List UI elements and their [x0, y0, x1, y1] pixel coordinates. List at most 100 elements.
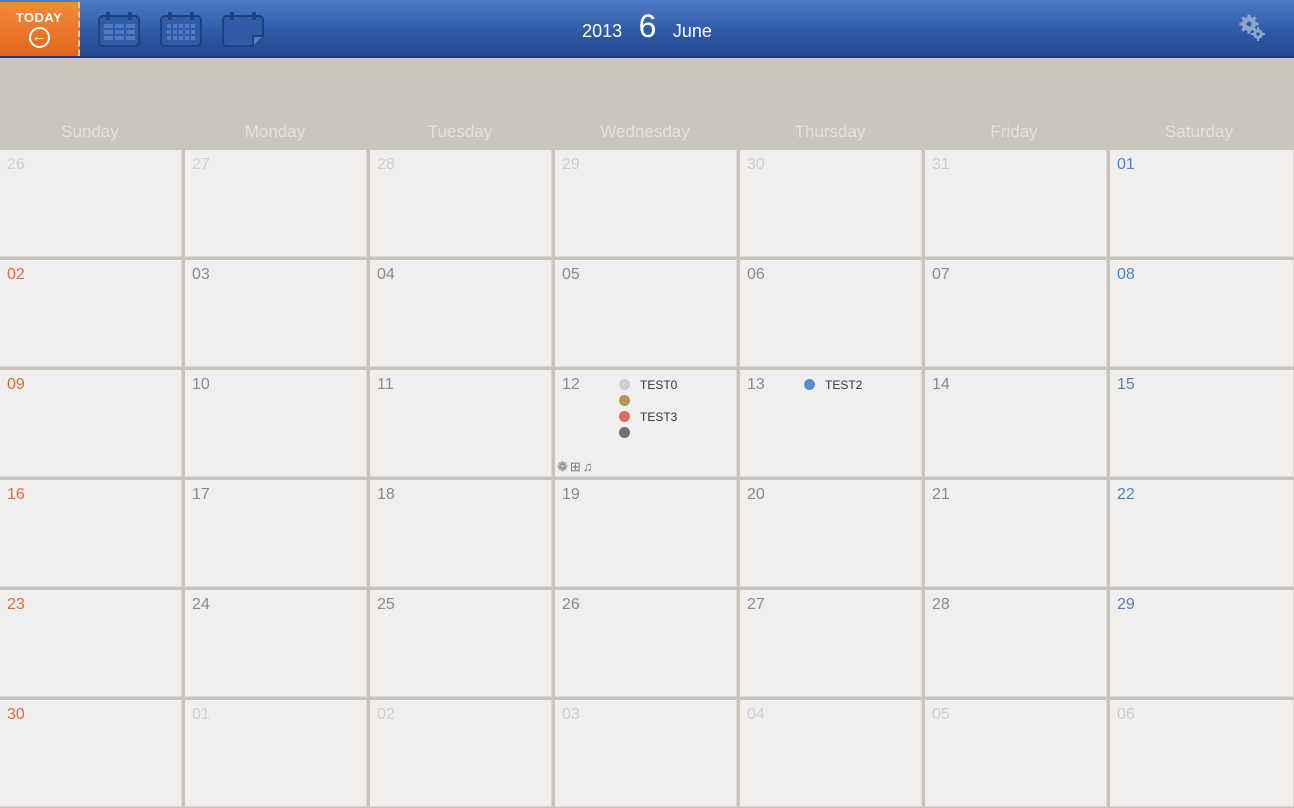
weekday-header: Sunday Monday Tuesday Wednesday Thursday…: [0, 58, 1294, 150]
day-cell[interactable]: 05: [555, 260, 737, 367]
day-number: 03: [192, 266, 210, 283]
day-cell[interactable]: 27: [185, 150, 367, 257]
day-cell[interactable]: 28: [925, 590, 1107, 697]
event-dot: [619, 379, 630, 390]
day-cell[interactable]: 18: [370, 480, 552, 587]
cell-icons: ❁ ⊞ ♫: [557, 459, 595, 475]
settings-button[interactable]: [1238, 14, 1266, 42]
day-cell[interactable]: 24: [185, 590, 367, 697]
day-cell[interactable]: 15: [1110, 370, 1294, 477]
day-number: 28: [377, 156, 395, 173]
day-cell[interactable]: 04: [370, 260, 552, 367]
day-cell[interactable]: 02: [370, 700, 552, 807]
day-cell[interactable]: 17: [185, 480, 367, 587]
day-calendar-icon: [222, 12, 264, 47]
plus-box-icon: ⊞: [569, 459, 581, 474]
day-number: 29: [562, 156, 580, 173]
day-cell[interactable]: 30: [0, 700, 182, 807]
event-list: TEST2: [804, 377, 862, 393]
day-cell[interactable]: 01: [185, 700, 367, 807]
month-calendar-icon: [160, 12, 202, 47]
day-cell[interactable]: 12 TEST0 TEST3 ❁ ⊞ ♫: [555, 370, 737, 477]
today-label: TODAY: [15, 10, 63, 25]
day-number: 08: [1117, 266, 1135, 283]
day-number: 06: [1117, 706, 1135, 723]
event-item[interactable]: [619, 393, 677, 409]
title-month: June: [672, 21, 712, 41]
day-cell[interactable]: 07: [925, 260, 1107, 367]
weekday-wednesday: Wednesday: [600, 122, 690, 141]
day-cell[interactable]: 13 TEST2: [740, 370, 922, 477]
day-cell[interactable]: 27: [740, 590, 922, 697]
day-cell[interactable]: 01: [1110, 150, 1294, 257]
title-day: 6: [638, 8, 657, 44]
day-number: 15: [1117, 376, 1135, 393]
day-cell[interactable]: 31: [925, 150, 1107, 257]
day-cell[interactable]: 11: [370, 370, 552, 477]
arrow-left-circle-icon: ←: [28, 27, 50, 48]
day-cell[interactable]: 19: [555, 480, 737, 587]
day-number: 17: [192, 486, 210, 503]
day-cell[interactable]: 26: [555, 590, 737, 697]
event-item[interactable]: TEST0: [619, 377, 677, 393]
event-item[interactable]: [619, 425, 677, 441]
day-cell[interactable]: 04: [740, 700, 922, 807]
day-view-button[interactable]: [220, 10, 266, 50]
gear-icon: [1239, 14, 1265, 41]
today-button[interactable]: TODAY ←: [0, 2, 80, 56]
day-cell[interactable]: 09: [0, 370, 182, 477]
event-dot: [804, 379, 815, 390]
day-number: 25: [377, 596, 395, 613]
day-number: 21: [932, 486, 950, 503]
day-number: 16: [7, 486, 25, 503]
day-number: 09: [7, 376, 25, 393]
day-cell[interactable]: 08: [1110, 260, 1294, 367]
day-cell[interactable]: 03: [555, 700, 737, 807]
day-number: 02: [377, 706, 395, 723]
week-list-view-button[interactable]: [96, 10, 142, 50]
day-cell[interactable]: 30: [740, 150, 922, 257]
event-item[interactable]: TEST2: [804, 377, 862, 393]
day-number: 12: [562, 376, 580, 393]
event-item[interactable]: TEST3: [619, 409, 677, 425]
day-number: 26: [7, 156, 25, 173]
day-number: 14: [932, 376, 950, 393]
weekday-sunday: Sunday: [61, 122, 119, 141]
day-cell[interactable]: 06: [740, 260, 922, 367]
day-number: 04: [747, 706, 765, 723]
day-cell[interactable]: 21: [925, 480, 1107, 587]
day-cell[interactable]: 20: [740, 480, 922, 587]
day-number: 20: [747, 486, 765, 503]
day-number: 06: [747, 266, 765, 283]
day-cell[interactable]: 29: [1110, 590, 1294, 697]
event-label: TEST2: [825, 378, 863, 392]
day-number: 23: [7, 596, 25, 613]
day-cell[interactable]: 22: [1110, 480, 1294, 587]
day-cell[interactable]: 16: [0, 480, 182, 587]
weekday-monday: Monday: [244, 122, 306, 141]
day-cell[interactable]: 28: [370, 150, 552, 257]
day-cell[interactable]: 06: [1110, 700, 1294, 807]
day-number: 30: [7, 706, 25, 723]
day-number: 05: [932, 706, 950, 723]
event-dot: [619, 427, 630, 438]
event-list: TEST0 TEST3: [619, 377, 677, 441]
day-number: 10: [192, 376, 210, 393]
day-cell[interactable]: 26: [0, 150, 182, 257]
event-dot: [619, 411, 630, 422]
day-cell[interactable]: 05: [925, 700, 1107, 807]
day-cell[interactable]: 23: [0, 590, 182, 697]
day-cell[interactable]: 29: [555, 150, 737, 257]
day-cell[interactable]: 25: [370, 590, 552, 697]
day-cell[interactable]: 10: [185, 370, 367, 477]
event-label: TEST0: [640, 378, 678, 392]
event-label: TEST3: [640, 410, 678, 424]
day-cell[interactable]: 03: [185, 260, 367, 367]
event-dot: [619, 395, 630, 406]
weekday-thursday: Thursday: [794, 122, 866, 141]
day-cell[interactable]: 02: [0, 260, 182, 367]
day-number: 07: [932, 266, 950, 283]
month-view-button[interactable]: [158, 10, 204, 50]
day-number: 05: [562, 266, 580, 283]
day-cell[interactable]: 14: [925, 370, 1107, 477]
